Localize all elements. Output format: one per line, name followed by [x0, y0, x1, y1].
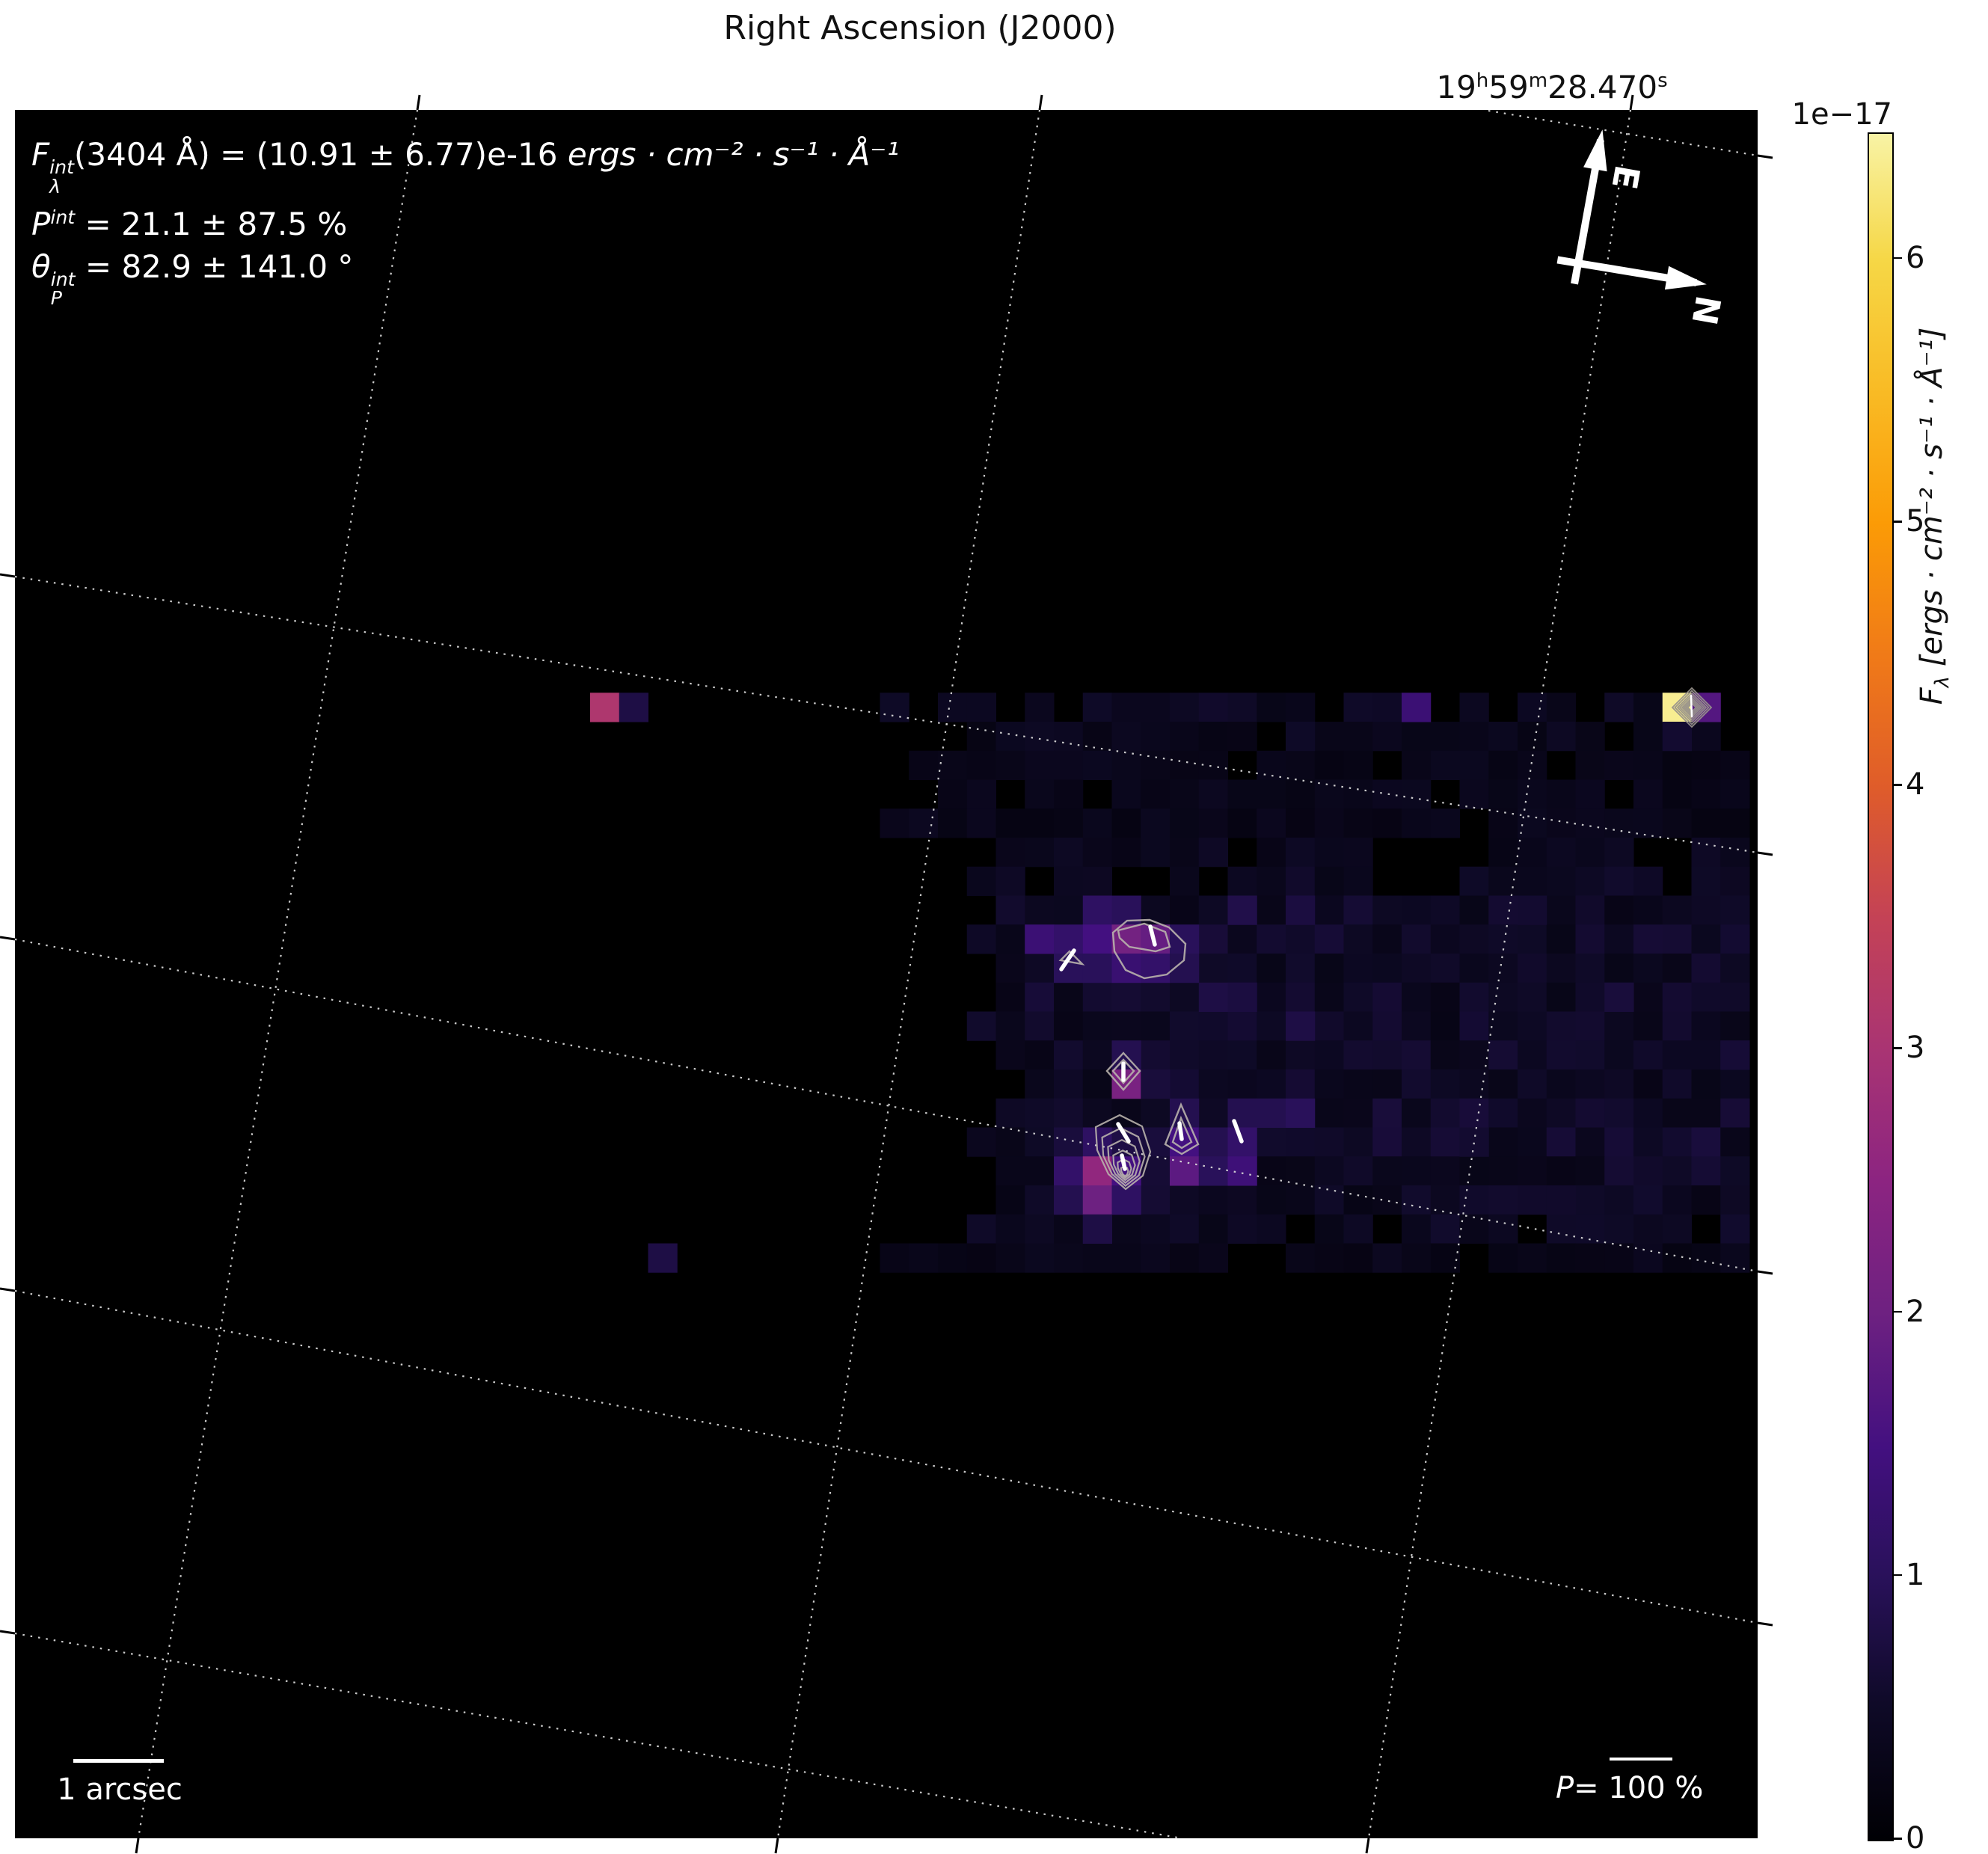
x-axis-title: Right Ascension (J2000): [723, 9, 1117, 47]
colorbar-tick-mark: [1893, 1838, 1902, 1840]
angle-annotation-line: θ int P = 82.9 ± 141.0 °: [31, 248, 354, 310]
polarization-annotation-line: Pint = 21.1 ± 87.5 %: [31, 205, 348, 242]
colorbar-tick-mark: [1893, 1310, 1902, 1313]
integrated-values-annotation: Fint λ (3404 Å) = (10.91 ± 6.77)e-16 ergs …: [31, 133, 899, 307]
colorbar-tick-mark: [1893, 521, 1902, 523]
polarization-scale-overline: [1610, 1758, 1672, 1761]
spaxel-cells-layer: [590, 693, 1750, 1273]
compass-arrows: [1556, 129, 1707, 290]
colorbar-tick-mark: [1893, 1574, 1902, 1577]
colorbar: [1868, 132, 1894, 1841]
colorbar-tick-mark: [1893, 257, 1902, 260]
figure: Right Ascension (J2000) 19h59m28.470s Fi…: [0, 0, 1988, 1854]
colorbar-tick-label: 2: [1906, 1294, 1925, 1329]
ra-tick-label: 19h59m28.470s: [1436, 69, 1668, 105]
colorbar-tick-mark: [1893, 1047, 1902, 1049]
arcsec-scalebar: [73, 1759, 164, 1763]
colorbar-tick-label: 0: [1906, 1821, 1925, 1854]
colorbar-tick-label: 3: [1906, 1031, 1925, 1066]
colorbar-tick-label: 4: [1906, 767, 1925, 802]
polarization-vector-scale-label: P= 100 %: [1556, 1771, 1704, 1805]
colorbar-tick-mark: [1893, 784, 1902, 786]
colorbar-tick-label: 1: [1906, 1557, 1925, 1592]
colorbar-tick-label: 6: [1906, 240, 1925, 275]
colorbar-tick-label: 5: [1906, 504, 1925, 538]
flux-annotation-line: Fint λ (3404 Å) = (10.91 ± 6.77)e-16 ergs …: [31, 136, 900, 197]
colorbar-multiplier-label: 1e−17: [1791, 97, 1892, 132]
arcsec-scalebar-label: 1 arcsec: [57, 1772, 182, 1807]
